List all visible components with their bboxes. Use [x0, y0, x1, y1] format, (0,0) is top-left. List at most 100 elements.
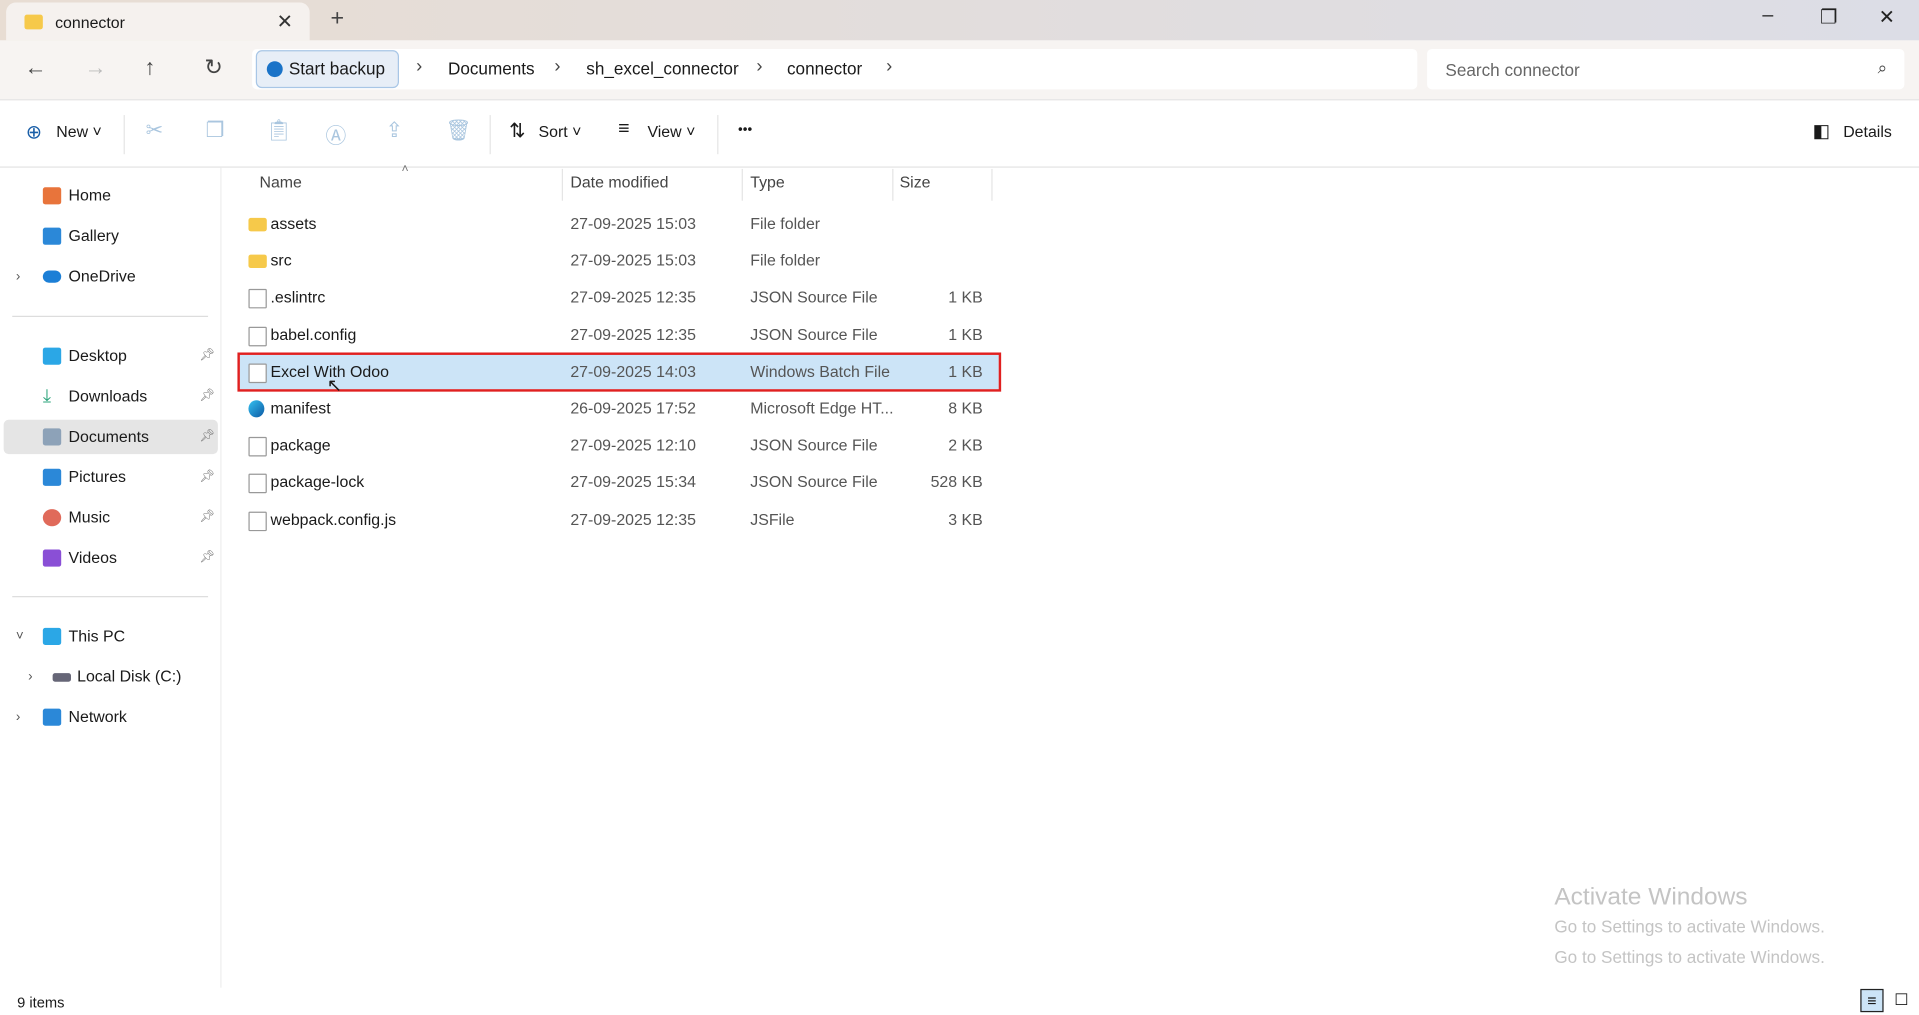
chevron-down-icon[interactable]: ˅ — [16, 619, 24, 653]
paste-icon[interactable]: 📋︎ — [266, 119, 292, 143]
sort-icon: ⇅ — [509, 121, 526, 142]
file-type: JSFile — [750, 509, 795, 529]
details-button[interactable]: Details — [1843, 122, 1892, 140]
new-tab-button[interactable]: + — [330, 6, 344, 33]
refresh-button[interactable]: ↻ — [204, 55, 222, 81]
breadcrumb-connector[interactable]: connector — [787, 59, 862, 79]
file-row[interactable]: package 27-09-2025 12:10 JSON Source Fil… — [240, 429, 999, 463]
close-tab-icon[interactable]: ✕ — [277, 10, 293, 34]
file-row[interactable]: webpack.config.js 27-09-2025 12:35 JSFil… — [240, 503, 999, 537]
file-name: webpack.config.js — [270, 509, 397, 529]
sidebar-item-downloads[interactable]: ⤓ Downloads 📌︎ — [4, 379, 218, 413]
file-name: babel.config — [270, 325, 357, 344]
label: Videos — [68, 548, 117, 567]
file-icon — [248, 363, 267, 383]
column-header-type[interactable]: Type — [750, 173, 784, 191]
sidebar-item-pictures[interactable]: Pictures 📌︎ — [4, 460, 218, 494]
column-header-date[interactable]: Date modified — [570, 173, 668, 191]
label: Documents — [68, 427, 150, 446]
status-item-count: 9 items — [17, 993, 65, 1011]
file-size: 3 KB — [948, 509, 983, 529]
drive-icon — [52, 673, 71, 682]
folder-icon — [248, 254, 267, 269]
pin-icon[interactable]: 📌︎ — [199, 339, 215, 373]
file-row[interactable]: assets 27-09-2025 15:03 File folder — [240, 207, 999, 241]
file-icon — [248, 511, 267, 531]
sidebar-item-local-disk[interactable]: › Local Disk (C:) — [4, 660, 218, 694]
delete-icon[interactable]: 🗑︎ — [445, 119, 471, 143]
file-icon — [248, 437, 267, 457]
mouse-cursor-icon: ↖ — [326, 375, 343, 397]
cut-icon[interactable]: ✂ — [146, 119, 163, 143]
sidebar-item-home[interactable]: Home — [4, 179, 218, 213]
rename-icon[interactable]: Ⓐ — [326, 119, 347, 150]
activation-watermark-title: Activate Windows — [1554, 883, 1748, 911]
folder-icon — [248, 217, 267, 232]
pin-icon[interactable]: 📌︎ — [199, 541, 215, 575]
sidebar-item-music[interactable]: Music 📌︎ — [4, 501, 218, 535]
file-row[interactable]: Excel With Odoo 27-09-2025 14:03 Windows… — [237, 352, 1002, 392]
forward-button[interactable]: → — [84, 55, 106, 81]
pictures-icon — [42, 468, 62, 486]
tab-connector[interactable]: connector ✕ — [6, 2, 310, 41]
sidebar-item-desktop[interactable]: Desktop 📌︎ — [4, 339, 218, 373]
label: Home — [68, 186, 111, 205]
pin-icon[interactable]: 📌︎ — [199, 420, 215, 454]
sidebar-item-onedrive[interactable]: › OneDrive — [4, 259, 218, 293]
chevron-right-icon[interactable]: › — [886, 56, 892, 77]
file-explorer-window: connector ✕ + – ❐ ✕ ← → ↑ ↻ Start backup… — [0, 0, 1919, 1015]
sort-button[interactable]: Sort ˅ — [539, 122, 582, 140]
edge-icon — [248, 400, 265, 418]
file-row[interactable]: package-lock 27-09-2025 15:34 JSON Sourc… — [240, 466, 999, 500]
column-header-name[interactable]: Name — [259, 173, 301, 191]
minimize-button[interactable]: – — [1762, 5, 1773, 27]
download-icon: ⤓ — [42, 385, 51, 407]
file-row[interactable]: babel.config 27-09-2025 12:35 JSON Sourc… — [240, 318, 999, 352]
sidebar-item-documents[interactable]: Documents 📌︎ — [3, 419, 218, 455]
large-icons-view-button[interactable]: ☐ — [1890, 989, 1913, 1012]
column-header-size[interactable]: Size — [900, 173, 931, 191]
breadcrumb-sh-excel-connector[interactable]: sh_excel_connector — [586, 59, 738, 79]
more-options-button[interactable]: ••• — [738, 122, 752, 137]
file-row[interactable]: .eslintrc 27-09-2025 12:35 JSON Source F… — [240, 281, 999, 315]
sidebar-item-videos[interactable]: Videos 📌︎ — [4, 541, 218, 575]
chevron-right-icon[interactable]: › — [28, 660, 32, 694]
chevron-right-icon[interactable]: › — [16, 700, 20, 734]
new-button[interactable]: New ˅ — [56, 122, 102, 140]
file-name: .eslintrc — [270, 288, 326, 307]
pin-icon[interactable]: 📌︎ — [199, 460, 215, 494]
label: OneDrive — [68, 266, 136, 286]
sidebar-item-network[interactable]: › Network — [4, 700, 218, 734]
network-icon — [42, 708, 62, 726]
pin-icon[interactable]: 📌︎ — [199, 379, 215, 413]
pin-icon[interactable]: 📌︎ — [199, 501, 215, 535]
close-window-button[interactable]: ✕ — [1879, 5, 1895, 29]
chevron-right-icon[interactable]: › — [416, 56, 422, 77]
address-bar[interactable]: Start backup › Documents › sh_excel_conn… — [252, 48, 1418, 90]
sidebar-item-this-pc[interactable]: ˅ This PC — [4, 619, 218, 653]
file-date: 27-09-2025 12:35 — [570, 288, 696, 307]
share-icon[interactable]: ⇪ — [386, 119, 403, 143]
pc-icon — [42, 627, 62, 645]
breadcrumb-documents[interactable]: Documents — [448, 59, 535, 79]
search-input[interactable]: Search connector ⌕ — [1427, 48, 1905, 90]
chevron-right-icon[interactable]: › — [756, 56, 762, 77]
file-type: File folder — [750, 251, 821, 270]
file-row[interactable]: src 27-09-2025 15:03 File folder — [240, 244, 999, 278]
view-icon: ≡ — [618, 118, 630, 140]
start-backup-button[interactable]: Start backup — [255, 50, 399, 89]
navigation-pane: Home Gallery › OneDrive Desktop 📌︎ ⤓ Downlo… — [0, 167, 222, 988]
file-row[interactable]: manifest 26-09-2025 17:52 Microsoft Edge… — [240, 392, 999, 426]
chevron-right-icon[interactable]: › — [16, 259, 20, 293]
chevron-right-icon[interactable]: › — [554, 56, 560, 77]
view-button[interactable]: View ˅ — [647, 122, 695, 140]
back-button[interactable]: ← — [24, 55, 46, 81]
file-date: 26-09-2025 17:52 — [570, 398, 696, 418]
maximize-button[interactable]: ❐ — [1820, 5, 1838, 29]
activation-watermark-text: Go to Settings to activate Windows. — [1554, 947, 1825, 967]
up-button[interactable]: ↑ — [144, 55, 155, 81]
copy-icon[interactable]: ❐ — [206, 119, 225, 143]
details-view-button[interactable]: ≡ — [1860, 988, 1884, 1013]
sidebar-item-gallery[interactable]: Gallery — [4, 219, 218, 253]
file-type: JSON Source File — [750, 325, 878, 344]
